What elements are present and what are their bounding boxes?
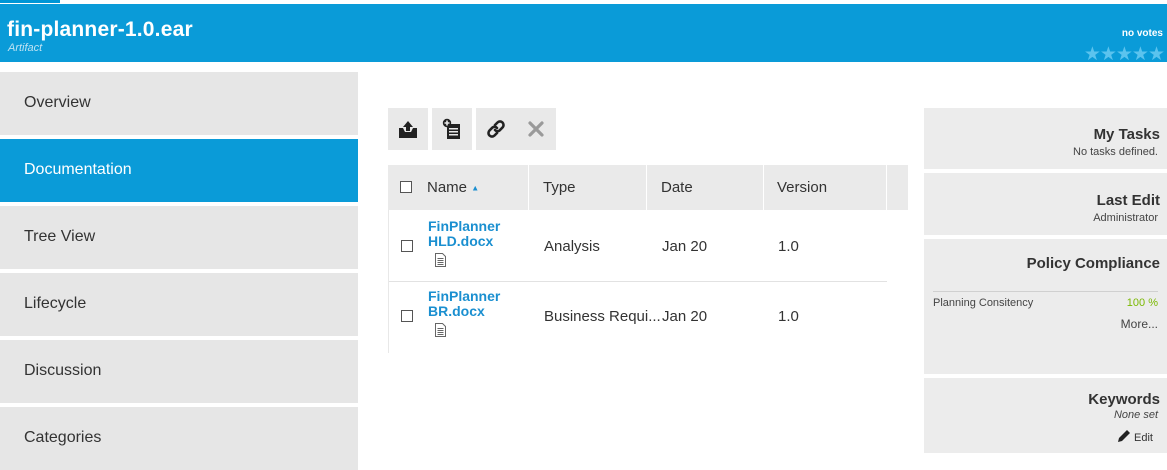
sidebar-item-label: Overview xyxy=(24,94,91,111)
sidebar-item-lifecycle[interactable]: Lifecycle xyxy=(0,273,358,336)
column-divider xyxy=(528,165,529,210)
policy-item-label: Planning Consitency xyxy=(933,297,1034,309)
upload-icon xyxy=(399,121,417,138)
column-header-type[interactable]: Type xyxy=(543,179,576,196)
column-header-date[interactable]: Date xyxy=(661,179,693,196)
votes-label: no votes xyxy=(1121,28,1163,39)
select-all-checkbox[interactable] xyxy=(400,181,412,193)
table-row: FinPlanner HLD.docx Analysis Jan 20 1.0 xyxy=(389,210,887,282)
document-name-line2: HLD.docx xyxy=(428,233,494,249)
keywords-value: None set xyxy=(1113,409,1158,421)
keywords-box: Keywords None set Edit xyxy=(924,378,1167,453)
document-name-line1: FinPlanner xyxy=(428,218,501,234)
delete-icon xyxy=(528,121,544,137)
sidebar-item-tree-view[interactable]: Tree View xyxy=(0,206,358,269)
document-date: Jan 20 xyxy=(662,308,708,325)
policy-more-link[interactable]: More... xyxy=(1121,317,1158,331)
document-name-line2: BR.docx xyxy=(428,303,485,319)
artifact-type: Artifact xyxy=(8,42,43,54)
document-type: Analysis xyxy=(544,238,600,255)
document-version: 1.0 xyxy=(778,308,799,325)
row-checkbox[interactable] xyxy=(401,310,413,322)
document-date: Jan 20 xyxy=(662,238,708,255)
last-edit-box: Last Edit Administrator xyxy=(924,173,1167,235)
row-checkbox[interactable] xyxy=(401,240,413,252)
artifact-header: fin-planner-1.0.ear Artifact no votes ★★… xyxy=(0,4,1167,64)
column-divider xyxy=(886,165,887,210)
sidebar-item-label: Tree View xyxy=(24,228,96,245)
column-header-version[interactable]: Version xyxy=(777,179,827,196)
column-divider xyxy=(646,165,647,210)
new-document-icon xyxy=(442,118,460,139)
keywords-edit-button[interactable]: Edit xyxy=(1117,429,1153,444)
table-row: FinPlanner BR.docx Business Requi... Jan… xyxy=(389,282,887,354)
document-link[interactable]: FinPlanner BR.docx xyxy=(428,289,500,319)
document-type: Business Requi... xyxy=(544,308,661,325)
sidebar-item-categories[interactable]: Categories xyxy=(0,407,358,470)
document-link[interactable]: FinPlanner HLD.docx xyxy=(428,219,500,249)
sidebar-item-overview[interactable]: Overview xyxy=(0,72,358,135)
sidebar-item-label: Documentation xyxy=(24,161,132,178)
last-edit-value: Administrator xyxy=(1093,212,1158,224)
last-edit-title: Last Edit xyxy=(1096,192,1160,209)
sidebar-item-label: Discussion xyxy=(24,362,102,379)
document-version: 1.0 xyxy=(778,238,799,255)
policy-compliance-box: Policy Compliance Planning Consitency 10… xyxy=(924,239,1167,374)
pencil-icon xyxy=(1117,430,1130,442)
policy-divider xyxy=(933,291,1158,292)
column-divider xyxy=(763,165,764,210)
my-tasks-title[interactable]: My Tasks xyxy=(1094,126,1160,143)
delete-button[interactable] xyxy=(516,108,556,150)
document-icon xyxy=(435,323,446,337)
link-icon xyxy=(487,120,505,138)
artifact-title: fin-planner-1.0.ear xyxy=(7,18,193,41)
column-header-label: Name xyxy=(427,179,468,196)
policy-item[interactable]: Planning Consitency 100 % xyxy=(933,297,1158,309)
column-header-name[interactable]: Name ▲ xyxy=(427,179,479,196)
table-header: Name ▲ Type Date Version xyxy=(388,165,908,210)
keywords-title: Keywords xyxy=(1088,391,1160,408)
new-document-button[interactable] xyxy=(432,108,472,150)
document-name-line1: FinPlanner xyxy=(428,288,501,304)
sidebar-item-discussion[interactable]: Discussion xyxy=(0,340,358,403)
my-tasks-value: No tasks defined. xyxy=(1073,146,1158,158)
sidebar-item-label: Categories xyxy=(24,429,102,446)
table-body: FinPlanner HLD.docx Analysis Jan 20 1.0 … xyxy=(388,210,887,354)
top-accent xyxy=(0,0,60,3)
sort-ascending-icon: ▲ xyxy=(471,183,480,193)
rating-stars[interactable]: ★★★★★ xyxy=(1084,45,1165,64)
policy-item-score: 100 % xyxy=(1126,297,1158,309)
link-button[interactable] xyxy=(476,108,516,150)
document-icon xyxy=(435,253,446,267)
keywords-edit-label: Edit xyxy=(1134,432,1153,444)
sidebar-item-documentation[interactable]: Documentation xyxy=(0,139,358,202)
policy-compliance-title: Policy Compliance xyxy=(1026,255,1160,272)
my-tasks-box: My Tasks No tasks defined. xyxy=(924,108,1167,169)
upload-button[interactable] xyxy=(388,108,428,150)
sidebar-item-label: Lifecycle xyxy=(24,295,87,312)
